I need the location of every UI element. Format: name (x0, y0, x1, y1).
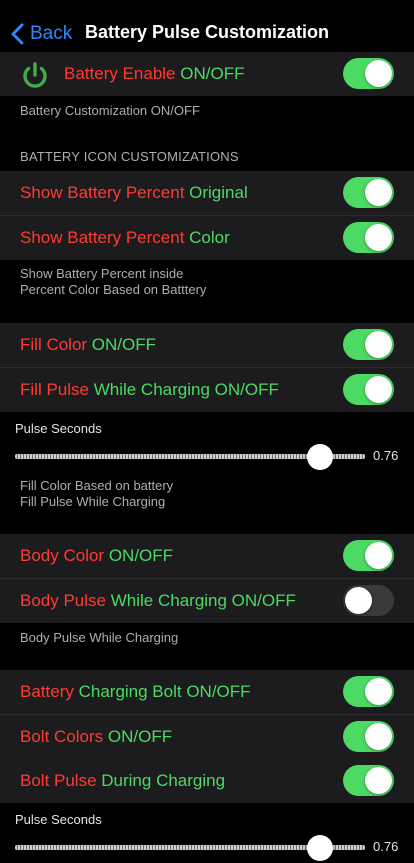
label-part1: Battery (20, 682, 79, 701)
charging-bolt-label: Battery Charging Bolt ON/OFF (20, 670, 251, 714)
show-percent-color-row: Show Battery Percent Color (0, 216, 414, 260)
battery-footer: Battery Customization ON/OFF (20, 103, 200, 118)
pulse-seconds-label: Pulse Seconds (15, 421, 102, 436)
toggle-knob (365, 331, 392, 358)
battery-enable-label: Battery Enable ON/OFF (64, 52, 244, 96)
label-part1: Fill Color (20, 335, 92, 354)
charging-bolt-toggle[interactable] (343, 676, 394, 707)
power-icon (23, 62, 47, 88)
label-part2: Original (189, 183, 248, 202)
fill-pulse-label: Fill Pulse While Charging ON/OFF (20, 368, 279, 412)
show-percent-color-label: Show Battery Percent Color (20, 216, 230, 260)
label-part2: Color (189, 228, 230, 247)
label-part1: Body Color (20, 546, 109, 565)
bolt-pulse-label: Bolt Pulse During Charging (20, 759, 225, 803)
toggle-knob (365, 376, 392, 403)
body-color-label: Body Color ON/OFF (20, 534, 173, 578)
footer-line: Percent Color Based on Batttery (20, 282, 207, 297)
battery-enable-toggle[interactable] (343, 58, 394, 89)
label-part1: Bolt Colors (20, 727, 108, 746)
toggle-knob (365, 179, 392, 206)
fill-pulse-toggle[interactable] (343, 374, 394, 405)
label-part2: ON/OFF (108, 546, 174, 565)
toggle-knob (365, 767, 392, 794)
slider-thumb[interactable] (306, 835, 333, 861)
navigation-bar: Back Battery Pulse Customization (0, 0, 414, 60)
body-color-row: Body Color ON/OFF (0, 534, 414, 578)
page-title: Battery Pulse Customization (84, 22, 330, 42)
fill-pulse-row: Fill Pulse While Charging ON/OFF (0, 368, 414, 412)
bolt-pulse-seconds-value: 0.76 (373, 839, 399, 854)
toggle-knob (345, 587, 372, 614)
icon-section-footer: Show Battery Percent inside Percent Colo… (20, 266, 206, 298)
bolt-colors-row: Bolt Colors ON/OFF (0, 715, 414, 759)
toggle-knob (365, 678, 392, 705)
label-part1: Body Pulse (20, 591, 111, 610)
footer-line: Show Battery Percent inside (20, 266, 184, 281)
body-pulse-label: Body Pulse While Charging ON/OFF (20, 579, 296, 623)
body-section-footer: Body Pulse While Charging (20, 630, 179, 645)
battery-enable-label-part1: Battery Enable (64, 64, 181, 83)
battery-icon-section-header: BATTERY ICON CUSTOMIZATIONS (20, 149, 239, 164)
label-part1: Bolt Pulse (20, 771, 102, 790)
bolt-colors-toggle[interactable] (343, 721, 394, 752)
label-part2: While Charging ON/OFF (110, 591, 296, 610)
bolt-colors-label: Bolt Colors ON/OFF (20, 715, 172, 759)
label-part2: Charging Bolt ON/OFF (78, 682, 251, 701)
footer-line: Fill Color Based on battery (20, 478, 174, 493)
body-pulse-toggle[interactable] (343, 585, 394, 616)
fill-color-toggle[interactable] (343, 329, 394, 360)
show-percent-original-toggle[interactable] (343, 177, 394, 208)
pulse-seconds-label: Pulse Seconds (15, 812, 102, 827)
label-part2: ON/OFF (107, 727, 173, 746)
bolt-pulse-seconds-slider[interactable] (15, 833, 365, 861)
toggle-knob (365, 224, 392, 251)
label-part1: Show Battery Percent (20, 183, 190, 202)
label-part2: While Charging ON/OFF (93, 380, 279, 399)
fill-color-label: Fill Color ON/OFF (20, 323, 156, 367)
body-pulse-row: Body Pulse While Charging ON/OFF (0, 579, 414, 623)
body-color-toggle[interactable] (343, 540, 394, 571)
footer-line: Fill Pulse While Charging (20, 494, 166, 509)
label-part2: ON/OFF (91, 335, 157, 354)
label-part1: Fill Pulse (20, 380, 94, 399)
battery-enable-row: Battery Enable ON/OFF (0, 52, 414, 96)
battery-enable-label-part2: ON/OFF (180, 64, 245, 83)
show-percent-color-toggle[interactable] (343, 222, 394, 253)
label-part1: Show Battery Percent (20, 228, 190, 247)
bolt-pulse-toggle[interactable] (343, 765, 394, 796)
toggle-knob (365, 542, 392, 569)
fill-pulse-seconds-slider[interactable] (15, 442, 365, 470)
show-percent-original-row: Show Battery Percent Original (0, 171, 414, 215)
show-percent-original-label: Show Battery Percent Original (20, 171, 248, 215)
charging-bolt-row: Battery Charging Bolt ON/OFF (0, 670, 414, 714)
fill-pulse-seconds-value: 0.76 (373, 448, 399, 463)
fill-color-row: Fill Color ON/OFF (0, 323, 414, 367)
bolt-pulse-row: Bolt Pulse During Charging (0, 759, 414, 803)
fill-section-footer: Fill Color Based on battery Fill Pulse W… (20, 478, 173, 510)
toggle-knob (365, 723, 392, 750)
label-part2: During Charging (101, 771, 226, 790)
slider-thumb[interactable] (306, 444, 333, 470)
toggle-knob (365, 60, 392, 87)
